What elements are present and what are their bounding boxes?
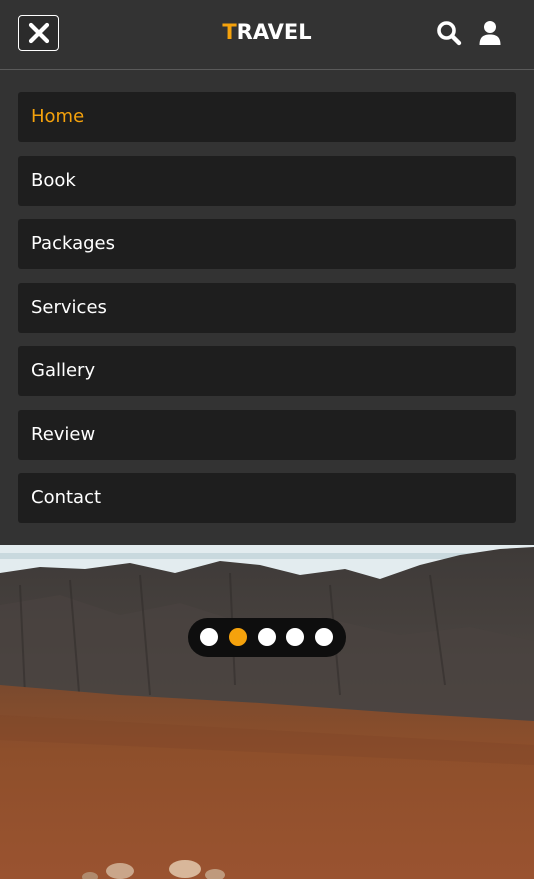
menu-item-book[interactable]: Book (18, 156, 516, 206)
search-icon (437, 21, 462, 46)
search-button[interactable] (436, 19, 462, 47)
user-icon (479, 21, 501, 45)
menu-item-home[interactable]: Home (18, 92, 516, 142)
menu-item-packages[interactable]: Packages (18, 219, 516, 269)
slider-dot-2[interactable] (229, 628, 247, 646)
slider-dot-1[interactable] (200, 628, 218, 646)
hero-image (0, 545, 534, 879)
slider-dot-3[interactable] (258, 628, 276, 646)
user-button[interactable] (477, 19, 503, 47)
logo-first-letter: T (222, 20, 237, 44)
menu-item-services[interactable]: Services (18, 283, 516, 333)
menu-item-contact[interactable]: Contact (18, 473, 516, 523)
logo-text: RAVEL (236, 20, 312, 44)
menu-item-review[interactable]: Review (18, 410, 516, 460)
header: TRAVEL (0, 0, 534, 70)
nav-menu: Home Book Packages Services Gallery Revi… (0, 71, 534, 545)
slider-dot-5[interactable] (315, 628, 333, 646)
slider-dot-4[interactable] (286, 628, 304, 646)
menu-item-gallery[interactable]: Gallery (18, 346, 516, 396)
slider-pagination (188, 618, 346, 657)
